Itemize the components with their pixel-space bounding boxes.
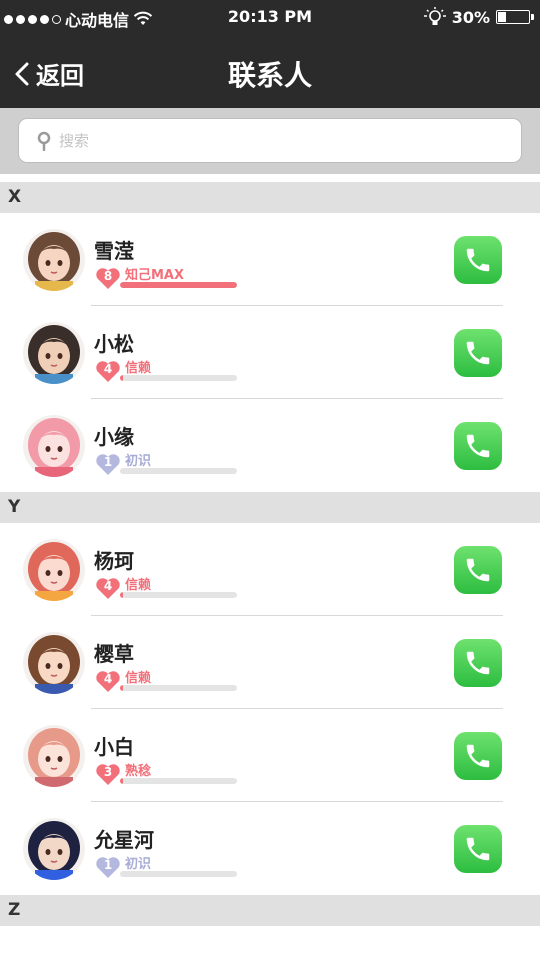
affinity-progress-bar	[120, 871, 237, 877]
call-button[interactable]	[454, 422, 502, 470]
contact-name: 樱草	[94, 642, 134, 666]
affinity-level: 1	[103, 455, 113, 469]
status-right: 30%	[423, 7, 534, 27]
affinity-status: 信赖	[125, 361, 152, 376]
call-button[interactable]	[454, 639, 502, 687]
avatar	[23, 229, 85, 291]
navigation-bar: 返回 联系人	[0, 34, 540, 108]
phone-icon	[466, 744, 490, 768]
search-box[interactable]	[18, 118, 522, 163]
affinity-progress-fill	[120, 282, 237, 288]
contact-item[interactable]: 允星河 1 初识	[0, 802, 540, 895]
call-button[interactable]	[454, 236, 502, 284]
contact-item[interactable]: 小缘 1 初识	[0, 399, 540, 492]
avatar-image	[23, 229, 85, 291]
phone-icon	[466, 837, 490, 861]
lightbulb-icon	[423, 7, 446, 25]
phone-icon	[466, 248, 490, 272]
contact-name: 小缘	[94, 425, 134, 449]
avatar	[23, 818, 85, 880]
avatar	[23, 322, 85, 384]
avatar-image	[23, 818, 85, 880]
section-header-y: Y	[0, 492, 540, 523]
status-bar: 心动电信 20:13 PM 30%	[0, 0, 540, 34]
back-button[interactable]: 返回	[14, 56, 84, 91]
avatar	[23, 725, 85, 787]
phone-icon	[466, 558, 490, 582]
call-button[interactable]	[454, 825, 502, 873]
affinity-level: 3	[103, 765, 113, 779]
affinity-status: 信赖	[125, 671, 152, 686]
affinity-progress-bar	[120, 685, 237, 691]
battery-icon	[496, 10, 534, 24]
phone-icon	[466, 651, 490, 675]
affinity-progress-fill	[120, 685, 123, 691]
back-label: 返回	[36, 62, 84, 90]
battery-fill	[498, 12, 506, 22]
section-header-z: Z	[0, 895, 540, 926]
contact-item[interactable]: 小松 4 信赖	[0, 306, 540, 399]
avatar	[23, 415, 85, 477]
call-button[interactable]	[454, 546, 502, 594]
call-button[interactable]	[454, 732, 502, 780]
phone-icon	[466, 341, 490, 365]
contact-name: 小松	[94, 332, 134, 356]
chevron-left-icon	[15, 62, 29, 85]
call-button[interactable]	[454, 329, 502, 377]
affinity-level: 1	[103, 858, 113, 872]
avatar-image	[23, 415, 85, 477]
search-input[interactable]	[59, 131, 479, 150]
phone-icon	[466, 434, 490, 458]
affinity-status: 熟稔	[125, 764, 152, 779]
avatar-image	[23, 322, 85, 384]
affinity-progress-bar	[120, 468, 237, 474]
affinity-level: 4	[103, 362, 113, 376]
contact-item[interactable]: 杨珂 4 信赖	[0, 523, 540, 616]
contact-item[interactable]: 雪滢 8 知己MAX	[0, 213, 540, 306]
affinity-status: 初识	[125, 454, 152, 469]
affinity-status: 知己MAX	[125, 268, 185, 283]
affinity-progress-fill	[120, 778, 123, 784]
affinity-level: 8	[103, 269, 113, 283]
search-area	[0, 108, 540, 174]
avatar	[23, 539, 85, 601]
affinity-progress-fill	[120, 592, 123, 598]
affinity-progress-bar	[120, 592, 237, 598]
search-icon	[37, 131, 51, 151]
contact-list: X 雪滢 8 知己MAX 小松 4 信赖 小缘 1 初识 Y 杨珂 4 信赖 樱草 4 信赖 小白 3 熟稔 允星河 1 初…	[0, 182, 540, 926]
avatar-image	[23, 632, 85, 694]
affinity-progress-bar	[120, 282, 237, 288]
affinity-progress-fill	[120, 375, 123, 381]
contact-name: 雪滢	[94, 239, 134, 263]
affinity-level: 4	[103, 672, 113, 686]
avatar-image	[23, 539, 85, 601]
avatar-image	[23, 725, 85, 787]
section-header-x: X	[0, 182, 540, 213]
contact-name: 小白	[94, 735, 134, 759]
affinity-level: 4	[103, 579, 113, 593]
contact-name: 允星河	[94, 828, 154, 852]
affinity-status: 信赖	[125, 578, 152, 593]
affinity-progress-bar	[120, 778, 237, 784]
avatar	[23, 632, 85, 694]
contact-item[interactable]: 樱草 4 信赖	[0, 616, 540, 709]
battery-percent: 30%	[451, 7, 490, 27]
affinity-progress-bar	[120, 375, 237, 381]
contact-item[interactable]: 小白 3 熟稔	[0, 709, 540, 802]
contact-name: 杨珂	[94, 549, 134, 573]
affinity-status: 初识	[125, 857, 152, 872]
